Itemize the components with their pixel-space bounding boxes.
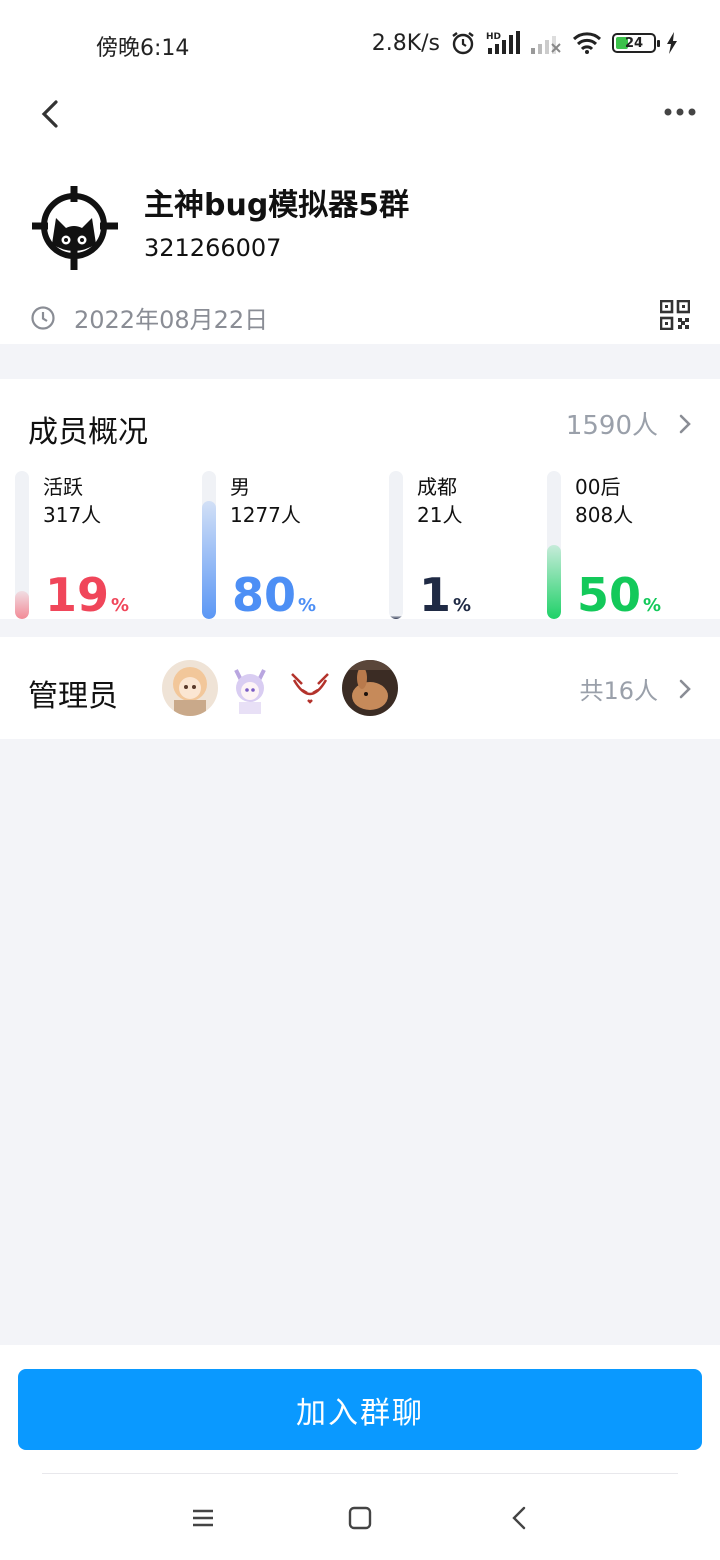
admins-row[interactable]: 管理员 共16人 [0, 637, 720, 739]
chevron-right-icon [679, 679, 691, 698]
hd-signal-icon: HD [486, 30, 520, 56]
chevron-right-icon [679, 414, 691, 433]
wifi-icon [572, 31, 602, 55]
stat-percent: 80% [232, 569, 316, 632]
percent-unit: % [111, 595, 130, 616]
admins-count-link[interactable]: 共16人 [579, 671, 692, 706]
stat-count: 1277人 [230, 503, 301, 527]
avatar [282, 660, 338, 716]
qr-code-icon [659, 299, 691, 331]
stat-label: 成都 [417, 475, 457, 499]
bottom-bar: 加入群聊 [0, 1345, 720, 1560]
stat-fill [547, 545, 561, 619]
member-overview-title: 成员概况 [28, 415, 148, 450]
back-button[interactable] [32, 94, 72, 134]
join-group-button[interactable]: 加入群聊 [18, 1369, 702, 1450]
home-button[interactable] [345, 1503, 375, 1533]
menu-button[interactable] [188, 1503, 218, 1533]
percent-value: 19 [45, 568, 110, 622]
chevron-left-icon [41, 100, 58, 128]
qr-code-button[interactable] [659, 299, 691, 331]
stat-label: 00后 [575, 475, 621, 499]
percent-value: 1 [419, 568, 452, 622]
battery-icon: 24 [612, 33, 660, 53]
alarm-icon [450, 30, 476, 56]
status-bar: 傍晚6:14 2.8K/s HD 24 [0, 0, 720, 84]
admins-title: 管理员 [28, 679, 118, 714]
status-icons: 2.8K/s HD 24 [372, 28, 678, 58]
stat-fill [202, 501, 216, 619]
member-count: 1590人 [565, 411, 658, 441]
stat-count: 808人 [575, 503, 634, 527]
percent-unit: % [453, 595, 472, 616]
system-back-button[interactable] [505, 1503, 535, 1533]
stat-bar [15, 471, 29, 619]
signal-weak-icon [530, 30, 562, 56]
percent-unit: % [643, 595, 662, 616]
group-avatar[interactable] [28, 182, 120, 274]
back-icon [512, 1506, 526, 1530]
more-button[interactable] [660, 94, 700, 134]
charging-icon [666, 32, 678, 54]
stat-count: 21人 [417, 503, 463, 527]
stat-label: 男 [230, 475, 250, 499]
status-time: 傍晚6:14 [96, 36, 190, 61]
member-overview: 成员概况 1590人 活跃 317人 19% 男 1277人 80% 成都 21… [0, 379, 720, 621]
admin-avatars [162, 660, 398, 716]
divider [42, 1473, 678, 1474]
admins-count: 共16人 [579, 677, 658, 705]
created-date: 2022年08月22日 [74, 306, 269, 334]
system-nav-bar [0, 1495, 720, 1541]
stat-percent: 19% [45, 569, 129, 632]
stat-fill [15, 591, 29, 619]
home-icon [348, 1506, 372, 1530]
stat-bar [389, 471, 403, 619]
percent-value: 80 [232, 568, 297, 622]
menu-icon [193, 1509, 213, 1527]
group-name: 主神bug模拟器5群 [144, 188, 410, 223]
member-count-link[interactable]: 1590人 [566, 405, 692, 442]
avatar [222, 660, 278, 716]
stat-bar [547, 471, 561, 619]
percent-value: 50 [577, 568, 642, 622]
stat-bar [202, 471, 216, 619]
group-header: 主神bug模拟器5群 321266007 2022年08月22日 [0, 84, 720, 344]
network-speed: 2.8K/s [371, 30, 440, 56]
group-id: 321266007 [144, 234, 282, 262]
stat-percent: 50% [577, 569, 661, 632]
percent-unit: % [298, 595, 317, 616]
avatar [342, 660, 398, 716]
svg-text:HD: HD [486, 32, 501, 42]
clock-icon [31, 305, 55, 330]
stat-percent: 1% [419, 569, 471, 632]
avatar [162, 660, 218, 716]
created-date-row: 2022年08月22日 [30, 300, 268, 335]
stat-label: 活跃 [43, 475, 83, 499]
stat-fill [389, 616, 403, 619]
stat-count: 317人 [43, 503, 102, 527]
more-horizontal-icon [664, 108, 696, 116]
